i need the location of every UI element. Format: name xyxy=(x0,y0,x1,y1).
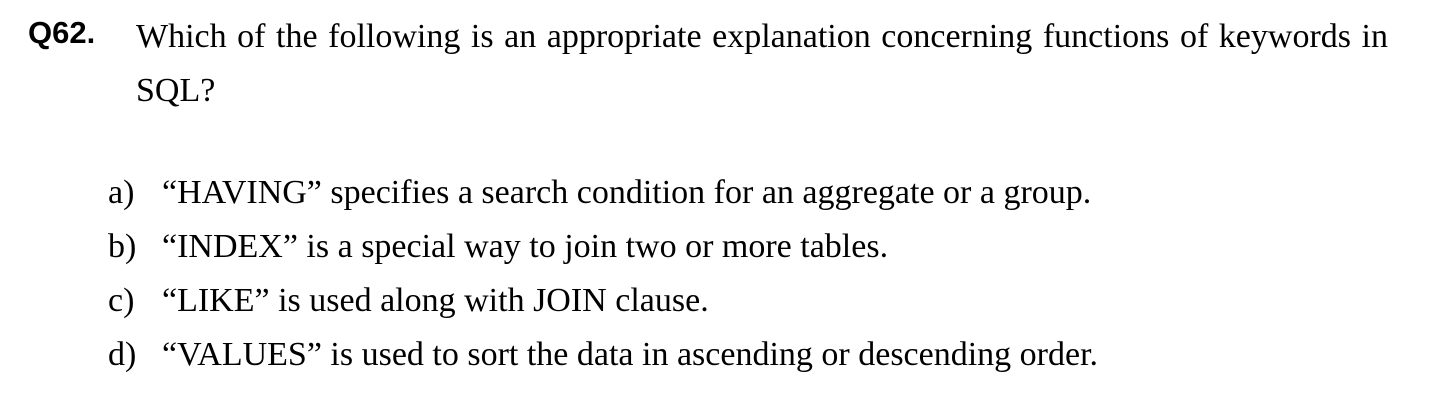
option-text: “INDEX” is a special way to join two or … xyxy=(162,228,889,265)
option-label: c) xyxy=(108,282,135,319)
answer-options: a) “HAVING” specifies a search condition… xyxy=(108,166,1098,382)
question-text: Which of the following is an appropriate… xyxy=(136,18,1388,109)
question-number: Q62. xyxy=(28,15,96,50)
option-d: d) “VALUES” is used to sort the data in … xyxy=(108,328,1098,382)
option-a: a) “HAVING” specifies a search condition… xyxy=(108,166,1098,220)
option-label: b) xyxy=(108,228,137,265)
option-text: “VALUES” is used to sort the data in asc… xyxy=(162,336,1099,373)
option-text: “LIKE” is used along with JOIN clause. xyxy=(162,282,709,319)
option-c: c) “LIKE” is used along with JOIN clause… xyxy=(108,274,1098,328)
option-label: a) xyxy=(108,174,135,211)
option-label: d) xyxy=(108,336,137,373)
option-text: “HAVING” specifies a search condition fo… xyxy=(162,174,1092,211)
option-b: b) “INDEX” is a special way to join two … xyxy=(108,220,1098,274)
